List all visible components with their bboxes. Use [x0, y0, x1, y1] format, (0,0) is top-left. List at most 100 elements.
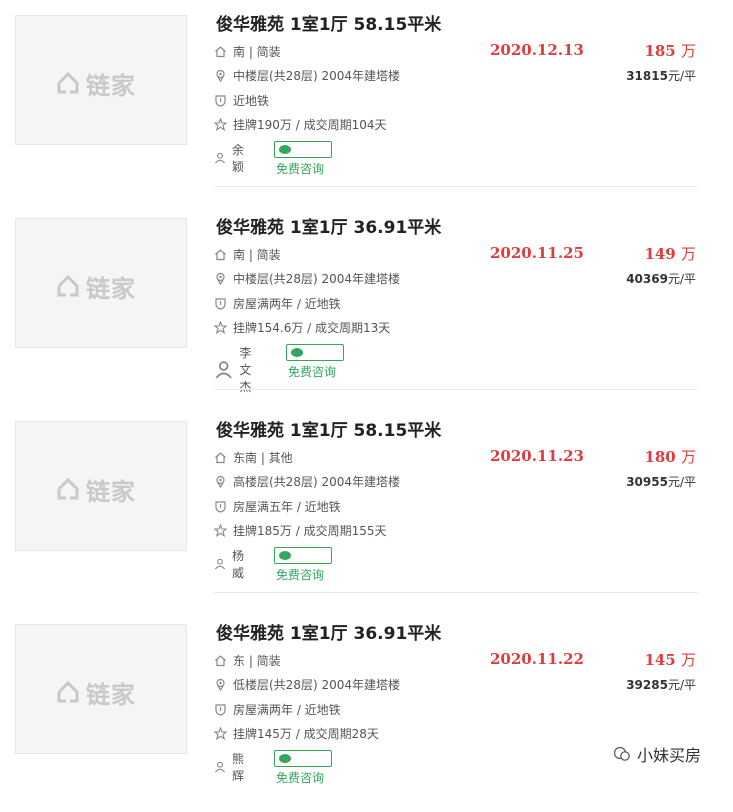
star-icon — [214, 727, 227, 740]
price-value: 149 — [644, 245, 676, 263]
star-icon — [214, 118, 227, 131]
orientation-row: 南 | 简装 — [214, 43, 281, 60]
total-price: 185 万 — [644, 40, 696, 61]
orientation-text: 东 | 简装 — [233, 654, 281, 668]
price-unit: 万 — [680, 651, 696, 669]
listing-card[interactable]: 链家 俊华雅苑 1室1厅 36.91平米 南 | 简装 中楼层(共28层) 20… — [0, 203, 733, 406]
watermark-text: 小妹买房 — [637, 746, 702, 765]
deal-date: 2020.11.22 — [490, 650, 584, 668]
unit-price-value: 39285 — [626, 678, 668, 692]
listing-title[interactable]: 俊华雅苑 1室1厅 58.15平米 — [216, 416, 441, 441]
unit-price-suffix: 元/平 — [667, 69, 696, 83]
unit-price-value: 40369 — [626, 272, 668, 286]
price-unit: 万 — [680, 245, 696, 263]
wechat-button[interactable] — [286, 344, 344, 361]
wechat-button[interactable] — [274, 750, 332, 767]
free-consult-link[interactable]: 免费咨询 — [276, 566, 324, 583]
tags-text: 近地铁 — [233, 94, 270, 108]
listing-info-row: 挂牌145万 / 成交周期28天 — [214, 725, 379, 742]
wechat-icon — [279, 754, 291, 763]
unit-price: 39285元/平 — [626, 676, 696, 693]
logo-text: 链家 — [86, 477, 136, 506]
logo-text: 链家 — [86, 71, 136, 100]
free-consult-link[interactable]: 免费咨询 — [276, 160, 324, 177]
agent-name[interactable]: 熊辉 — [232, 750, 244, 784]
tags-row: 近地铁 — [214, 92, 269, 109]
listing-thumbnail[interactable]: 链家 — [15, 218, 187, 348]
floor-row: 高楼层(共28层) 2004年建塔楼 — [214, 473, 400, 490]
shield-icon — [215, 95, 226, 107]
price-value: 145 — [644, 651, 676, 669]
house-icon — [215, 655, 226, 667]
agent-name[interactable]: 余颖 — [232, 141, 244, 175]
price-unit: 万 — [680, 448, 696, 466]
unit-price-suffix: 元/平 — [667, 475, 696, 489]
location-icon — [216, 272, 225, 285]
tags-row: 房屋满五年 / 近地铁 — [214, 498, 341, 515]
lianjia-logo: 链家 — [56, 68, 156, 100]
unit-price-suffix: 元/平 — [667, 678, 696, 692]
listing-title[interactable]: 俊华雅苑 1室1厅 36.91平米 — [216, 213, 441, 238]
tags-row: 房屋满两年 / 近地铁 — [214, 295, 341, 312]
person-icon — [214, 558, 226, 570]
person-icon — [215, 360, 232, 379]
agent-row: 李文杰 — [214, 344, 256, 395]
listing-info-row: 挂牌154.6万 / 成交周期13天 — [214, 319, 390, 336]
listing-info-text: 挂牌185万 / 成交周期155天 — [233, 524, 387, 538]
unit-price-value: 31815 — [626, 69, 668, 83]
house-icon — [215, 452, 226, 464]
floor-row: 中楼层(共28层) 2004年建塔楼 — [214, 270, 400, 287]
agent-name[interactable]: 李文杰 — [239, 344, 256, 395]
floor-text: 高楼层(共28层) 2004年建塔楼 — [233, 475, 400, 489]
logo-text: 链家 — [86, 274, 136, 303]
total-price: 145 万 — [644, 649, 696, 670]
tags-text: 房屋满两年 / 近地铁 — [233, 297, 341, 311]
orientation-row: 东 | 简装 — [214, 652, 281, 669]
listing-info-text: 挂牌154.6万 / 成交周期13天 — [233, 321, 391, 335]
watermark: 小妹买房 — [613, 742, 701, 766]
listing-title[interactable]: 俊华雅苑 1室1厅 36.91平米 — [216, 619, 441, 644]
unit-price: 40369元/平 — [626, 270, 696, 287]
wechat-button[interactable] — [274, 547, 332, 564]
lianjia-logo: 链家 — [56, 677, 156, 709]
listing-info-text: 挂牌145万 / 成交周期28天 — [233, 727, 379, 741]
lianjia-logo: 链家 — [56, 474, 156, 506]
listing-title[interactable]: 俊华雅苑 1室1厅 58.15平米 — [216, 10, 441, 35]
shield-icon — [215, 704, 226, 716]
listing-card[interactable]: 链家 俊华雅苑 1室1厅 58.15平米 南 | 简装 中楼层(共28层) 20… — [0, 0, 733, 203]
price-value: 185 — [644, 42, 676, 60]
price-value: 180 — [644, 448, 676, 466]
unit-price-suffix: 元/平 — [667, 272, 696, 286]
agent-row: 余颖 — [214, 141, 244, 175]
shield-icon — [215, 298, 226, 310]
divider — [214, 389, 698, 390]
listing-thumbnail[interactable]: 链家 — [15, 15, 187, 145]
agent-name[interactable]: 杨威 — [232, 547, 244, 581]
house-logo-icon — [57, 680, 79, 703]
location-icon — [216, 678, 225, 691]
house-logo-icon — [57, 477, 79, 500]
unit-price: 31815元/平 — [626, 67, 696, 84]
wechat-icon — [291, 348, 303, 357]
listing-thumbnail[interactable]: 链家 — [15, 421, 187, 551]
orientation-text: 南 | 简装 — [233, 248, 281, 262]
listing-info-text: 挂牌190万 / 成交周期104天 — [233, 118, 387, 132]
tags-row: 房屋满两年 / 近地铁 — [214, 701, 341, 718]
total-price: 180 万 — [644, 446, 696, 467]
orientation-text: 南 | 简装 — [233, 45, 281, 59]
star-icon — [214, 524, 227, 537]
listing-card[interactable]: 链家 俊华雅苑 1室1厅 36.91平米 东 | 简装 低楼层(共28层) 20… — [0, 609, 733, 812]
wechat-icon — [279, 551, 291, 560]
floor-row: 中楼层(共28层) 2004年建塔楼 — [214, 67, 400, 84]
deal-date: 2020.12.13 — [490, 41, 584, 59]
shield-icon — [215, 501, 226, 513]
tags-text: 房屋满五年 / 近地铁 — [233, 500, 341, 514]
free-consult-link[interactable]: 免费咨询 — [276, 769, 324, 786]
listing-info-row: 挂牌185万 / 成交周期155天 — [214, 522, 386, 539]
wechat-button[interactable] — [274, 141, 332, 158]
listing-card[interactable]: 链家 俊华雅苑 1室1厅 58.15平米 东南 | 其他 高楼层(共28层) 2… — [0, 406, 733, 609]
listing-thumbnail[interactable]: 链家 — [15, 624, 187, 754]
wechat-official-icon — [613, 746, 630, 761]
free-consult-link[interactable]: 免费咨询 — [288, 363, 336, 380]
wechat-icon — [279, 145, 291, 154]
